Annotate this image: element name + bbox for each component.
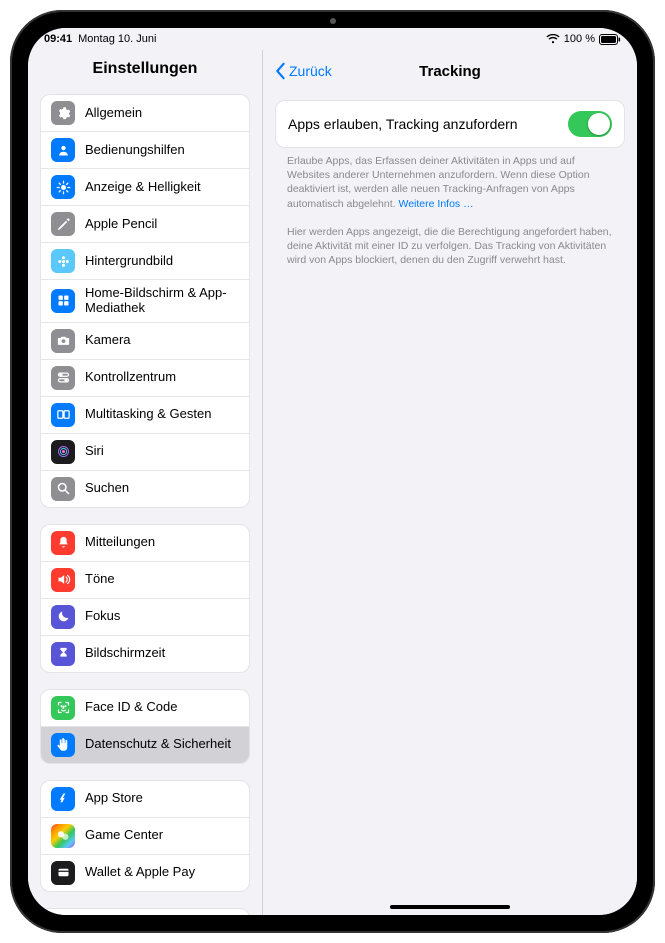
sidebar-item-label: Kontrollzentrum (85, 370, 239, 385)
bell-icon (51, 531, 75, 555)
sidebar-item-home[interactable]: Home-Bildschirm & App-Mediathek (41, 280, 249, 323)
camera-icon (51, 329, 75, 353)
sidebar-group: Allgemein Bedienungshilfen Anzeige & Helli… (40, 94, 250, 508)
sun-icon (51, 175, 75, 199)
sidebar-item-label: Kamera (85, 333, 239, 348)
appstore-icon (51, 787, 75, 811)
moon-icon (51, 605, 75, 629)
speaker-icon (51, 568, 75, 592)
sidebar-item-label: Home-Bildschirm & App-Mediathek (85, 286, 239, 316)
switches-icon (51, 366, 75, 390)
sidebar-item-wallpaper[interactable]: Hintergrundbild (41, 243, 249, 280)
sidebar-group: Apps (40, 908, 250, 915)
rects-icon (51, 403, 75, 427)
sidebar-item-label: Suchen (85, 481, 239, 496)
sidebar: Einstellungen AllgemeinBedienungshilfenA… (28, 50, 263, 915)
sidebar-item-label: Multitasking & Gesten (85, 407, 239, 422)
sidebar-item-control[interactable]: Kontrollzentrum (41, 360, 249, 397)
sidebar-item-label: Bedienungshilfen (85, 143, 239, 158)
sidebar-item-screen[interactable]: Bildschirmzeit (41, 636, 249, 672)
sidebar-item-label: App Store (85, 791, 239, 806)
sidebar-item-faceid[interactable]: Face ID & Code (41, 690, 249, 727)
sidebar-item-access[interactable]: Bedienungshilfen (41, 132, 249, 169)
detail-pane: ••• Zurück Tracking Apps erlauben, Track… (263, 50, 637, 915)
status-date: Montag 10. Juni (78, 33, 156, 45)
hourglass-icon (51, 642, 75, 666)
chevron-left-icon (273, 62, 287, 80)
grid-icon (51, 289, 75, 313)
sidebar-group: App Store Game Center Wallet & Apple Pay (40, 780, 250, 892)
sidebar-item-label: Hintergrundbild (85, 254, 239, 269)
sidebar-item-focus[interactable]: Fokus (41, 599, 249, 636)
sidebar-item-camera[interactable]: Kamera (41, 323, 249, 360)
back-button[interactable]: Zurück (273, 62, 332, 80)
battery-percent: 100 % (564, 33, 595, 45)
sidebar-item-label: Fokus (85, 609, 239, 624)
sidebar-item-display[interactable]: Anzeige & Helligkeit (41, 169, 249, 206)
sidebar-item-privacy[interactable]: Datenschutz & Sicherheit (41, 727, 249, 763)
status-time: 09:41 (44, 33, 72, 45)
sidebar-item-gamec[interactable]: Game Center (41, 818, 249, 855)
sidebar-item-general[interactable]: Allgemein (41, 95, 249, 132)
bubbles-icon (51, 824, 75, 848)
more-info-link[interactable]: Weitere Infos … (399, 198, 474, 210)
toggle-knob (588, 113, 610, 135)
sidebar-item-sounds[interactable]: Töne (41, 562, 249, 599)
sidebar-group: Face ID & Code Datenschutz & Sicherheit (40, 689, 250, 764)
flower-icon (51, 249, 75, 273)
sidebar-item-label: Datenschutz & Sicherheit (85, 737, 239, 752)
tracking-card: Apps erlauben, Tracking anzufordern (275, 100, 625, 148)
sidebar-item-apps[interactable]: Apps (41, 909, 249, 915)
tracking-toggle-label: Apps erlauben, Tracking anzufordern (288, 116, 518, 132)
siri-icon (51, 440, 75, 464)
sidebar-item-label: Anzeige & Helligkeit (85, 180, 239, 195)
sidebar-list[interactable]: Allgemein Bedienungshilfen Anzeige & Helli… (28, 86, 262, 915)
sidebar-item-label: Siri (85, 444, 239, 459)
battery-icon (599, 34, 621, 45)
screen: 09:41 Montag 10. Juni 100 % Einstellunge… (28, 28, 637, 915)
gear-icon (51, 101, 75, 125)
sidebar-item-label: Game Center (85, 828, 239, 843)
sidebar-title: Einstellungen (28, 50, 262, 86)
sidebar-item-label: Apple Pencil (85, 217, 239, 232)
sidebar-item-label: Allgemein (85, 106, 239, 121)
wifi-icon (546, 34, 560, 44)
sidebar-item-pencil[interactable]: Apple Pencil (41, 206, 249, 243)
sidebar-item-notif[interactable]: Mitteilungen (41, 525, 249, 562)
camera-dot (330, 18, 336, 24)
sidebar-item-appstore[interactable]: App Store (41, 781, 249, 818)
hand-icon (51, 733, 75, 757)
wallet-icon (51, 861, 75, 885)
sidebar-item-siri[interactable]: Siri (41, 434, 249, 471)
pencil-icon (51, 212, 75, 236)
faceid-icon (51, 696, 75, 720)
sidebar-item-search[interactable]: Suchen (41, 471, 249, 507)
sidebar-item-label: Mitteilungen (85, 535, 239, 550)
sidebar-item-wallet[interactable]: Wallet & Apple Pay (41, 855, 249, 891)
tracking-toggle[interactable] (568, 111, 612, 137)
device-frame: 09:41 Montag 10. Juni 100 % Einstellunge… (10, 10, 655, 933)
sidebar-item-multi[interactable]: Multitasking & Gesten (41, 397, 249, 434)
tracking-footer-1: Erlaube Apps, das Erfassen deiner Aktivi… (275, 148, 625, 211)
sidebar-item-label: Face ID & Code (85, 700, 239, 715)
status-bar: 09:41 Montag 10. Juni 100 % (28, 28, 637, 50)
sidebar-item-label: Töne (85, 572, 239, 587)
sidebar-item-label: Bildschirmzeit (85, 646, 239, 661)
home-indicator[interactable] (390, 905, 510, 909)
sidebar-group: Mitteilungen Töne Fokus Bildschirmzeit (40, 524, 250, 673)
back-label: Zurück (289, 63, 332, 79)
person-icon (51, 138, 75, 162)
tracking-footer-2: Hier werden Apps angezeigt, die die Bere… (275, 219, 625, 268)
sidebar-item-label: Wallet & Apple Pay (85, 865, 239, 880)
search-icon (51, 477, 75, 501)
